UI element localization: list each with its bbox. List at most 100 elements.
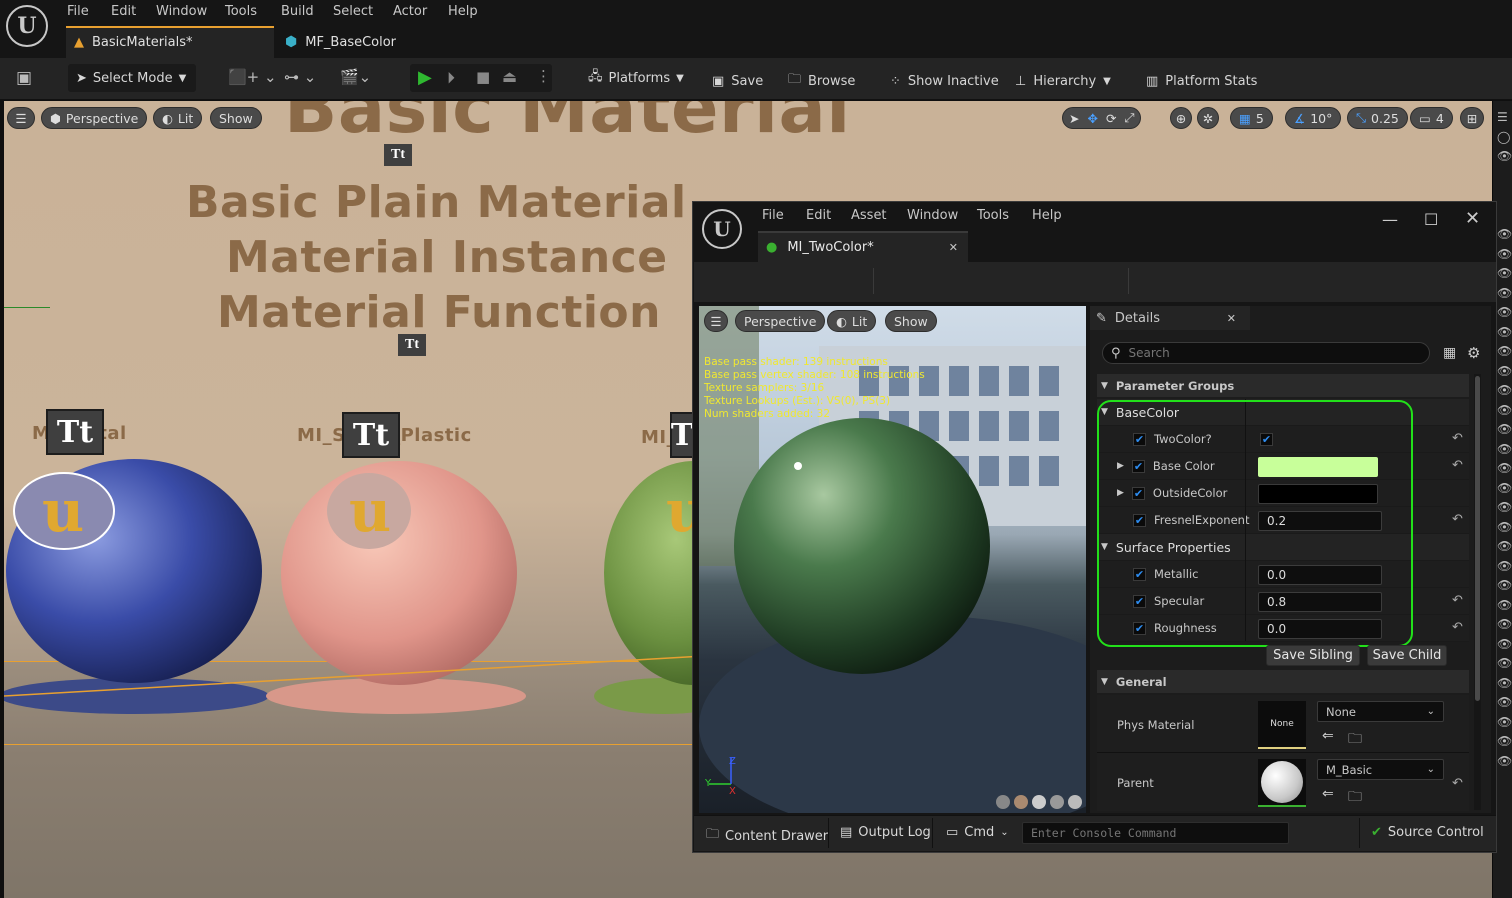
reset-arrow-icon[interactable]: ↶ (1452, 458, 1463, 473)
cmd-dropdown[interactable]: ▭ Cmd ⌄ (946, 825, 1009, 840)
viewport-menu-button[interactable]: ☰ (7, 107, 35, 129)
show-inactive-icon: ⁘ (890, 73, 901, 89)
menu-select[interactable]: Select (333, 4, 373, 19)
save-sibling-button[interactable]: Save Sibling (1266, 645, 1360, 666)
menu-build[interactable]: Build (281, 4, 314, 19)
general-section[interactable]: ▼ General (1097, 670, 1469, 693)
table-view-icon[interactable]: ▦ (1443, 345, 1456, 361)
step-icon[interactable]: ⏵ (447, 68, 455, 88)
menu-help[interactable]: Help (448, 4, 478, 19)
menu-window[interactable]: Window (156, 4, 207, 19)
scale-tool-icon[interactable]: ⤢ (1124, 110, 1134, 126)
hierarchy-dropdown[interactable]: ⊥ Hierarchy ▼ (1015, 62, 1111, 100)
lit-sphere-icon: ◐ (162, 110, 173, 126)
viewport-layout-icon[interactable]: ⊞ (1460, 107, 1484, 129)
text-actor-icon[interactable]: Tt (398, 334, 426, 356)
details-tab[interactable]: ✎ Details ✕ (1090, 306, 1250, 330)
blueprint-icon[interactable]: ⊶ ⌄ (284, 68, 316, 86)
content-drawer-button[interactable]: 🗀 Content Drawer (706, 825, 828, 847)
save-child-button[interactable]: Save Child (1367, 645, 1447, 666)
select-mode-dropdown[interactable]: ➤ Select Mode ▼ (68, 64, 196, 92)
world-space-icon[interactable]: ⊕ (1170, 107, 1192, 129)
text-actor-icon[interactable]: Tt (46, 409, 104, 455)
menu-file[interactable]: File (67, 4, 89, 19)
show-inactive-button[interactable]: ⁘ Show Inactive (890, 62, 999, 100)
tab-mi-twocolor[interactable]: ● MI_TwoColor* ✕ (758, 231, 968, 262)
chevron-down-icon: ▼ (1101, 380, 1108, 391)
rotate-tool-icon[interactable]: ⟳ (1106, 111, 1116, 126)
use-selected-icon[interactable]: ⇐ (1322, 728, 1334, 744)
unreal-logo-icon[interactable]: U (702, 209, 742, 249)
close-tab-icon[interactable]: ✕ (949, 241, 958, 254)
more-options-icon[interactable]: ⋮ (536, 67, 551, 85)
preview-perspective-button[interactable]: Perspective (735, 310, 826, 332)
parameter-groups-section[interactable]: ▼ Parameter Groups (1097, 374, 1469, 397)
tab-mf-basecolor[interactable]: ⬢ MF_BaseColor (285, 26, 465, 58)
lit-label: Lit (177, 110, 194, 126)
menu-tools[interactable]: Tools (225, 4, 257, 19)
phys-material-thumbnail[interactable]: None (1258, 701, 1306, 749)
phys-material-dropdown[interactable]: None ⌄ (1317, 701, 1444, 722)
platforms-dropdown[interactable]: 🖧 Platforms ▼ (580, 64, 684, 92)
save-icon[interactable]: ▣ (16, 68, 36, 88)
text-actor-icon[interactable]: T (670, 412, 694, 458)
show-button[interactable]: Show (210, 107, 262, 129)
reset-arrow-icon[interactable]: ↶ (1452, 776, 1463, 791)
platform-stats-button[interactable]: ▥ Platform Stats (1146, 62, 1257, 100)
reset-arrow-icon[interactable]: ↶ (1452, 593, 1463, 608)
menu-edit[interactable]: Edit (111, 4, 136, 19)
menu-window[interactable]: Window (907, 208, 958, 223)
lit-button[interactable]: ◐ Lit (153, 107, 203, 129)
browse-asset-icon[interactable]: 🗀 (1348, 786, 1362, 810)
menu-edit[interactable]: Edit (806, 208, 831, 223)
preview-show-button[interactable]: Show (885, 310, 937, 332)
minimize-icon[interactable]: — (1382, 210, 1398, 229)
reset-arrow-icon[interactable]: ↶ (1452, 620, 1463, 635)
output-log-button[interactable]: ▤ Output Log (840, 825, 931, 840)
cinematics-icon[interactable]: 🎬⌄ (340, 68, 371, 86)
parent-thumbnail[interactable] (1258, 759, 1306, 807)
perspective-button[interactable]: ⬢ Perspective (41, 107, 148, 129)
save-button[interactable]: ▣ Save (712, 62, 763, 100)
tab-basicmaterials[interactable]: ▲ BasicMaterials* (66, 26, 274, 58)
close-icon[interactable]: ✕ (1465, 208, 1480, 229)
text-actor-icon[interactable]: Tt (342, 412, 400, 458)
angle-snap-button[interactable]: ∡ 10° (1285, 107, 1342, 129)
material-preview-viewport[interactable]: Z X Y Base pass shader: 139 instructions… (699, 306, 1086, 813)
search-input[interactable] (1128, 346, 1389, 360)
hamburger-icon: ☰ (710, 313, 722, 329)
menu-tools[interactable]: Tools (977, 208, 1009, 223)
play-icon[interactable]: ▶ (418, 67, 432, 88)
use-selected-icon[interactable]: ⇐ (1322, 786, 1334, 802)
move-tool-icon[interactable]: ✥ (1087, 111, 1097, 126)
select-tool-icon[interactable]: ➤ (1069, 111, 1079, 126)
settings-gear-icon[interactable]: ⚙ (1467, 344, 1480, 362)
console-command-input[interactable] (1022, 822, 1289, 844)
source-control-button[interactable]: ✔ Source Control (1371, 825, 1484, 840)
menu-asset[interactable]: Asset (851, 208, 887, 223)
preview-lit-button[interactable]: ◐ Lit (827, 310, 877, 332)
add-actor-icon[interactable]: ⬛+ ⌄ (228, 68, 277, 86)
browse-asset-icon[interactable]: 🗀 (1348, 728, 1362, 752)
preview-menu-button[interactable]: ☰ (704, 310, 728, 332)
grid-snap-button[interactable]: ▦ 5 (1230, 107, 1273, 129)
menu-actor[interactable]: Actor (393, 4, 427, 19)
maximize-icon[interactable]: ☐ (1424, 210, 1438, 229)
angle-icon: ∡ (1294, 110, 1306, 126)
menu-help[interactable]: Help (1032, 208, 1062, 223)
browse-button[interactable]: 🗀 Browse (788, 62, 855, 100)
menu-file[interactable]: File (762, 208, 784, 223)
unreal-logo-icon[interactable]: U (6, 5, 48, 47)
surface-snap-icon[interactable]: ✲ (1197, 107, 1219, 129)
stop-icon[interactable]: ■ (476, 68, 490, 86)
eject-icon[interactable]: ⏏ (502, 67, 517, 86)
text-actor-icon[interactable]: Tt (384, 144, 412, 166)
reset-arrow-icon[interactable]: ↶ (1452, 512, 1463, 527)
details-search[interactable]: ⚲ (1102, 342, 1430, 364)
parent-dropdown[interactable]: M_Basic ⌄ (1317, 759, 1444, 780)
scale-snap-button[interactable]: ⤡ 0.25 (1347, 107, 1408, 129)
camera-speed-button[interactable]: ▭ 4 (1410, 107, 1453, 129)
scrollbar-thumb[interactable] (1475, 376, 1480, 701)
close-tab-icon[interactable]: ✕ (1227, 312, 1236, 325)
reset-arrow-icon[interactable]: ↶ (1452, 431, 1463, 446)
